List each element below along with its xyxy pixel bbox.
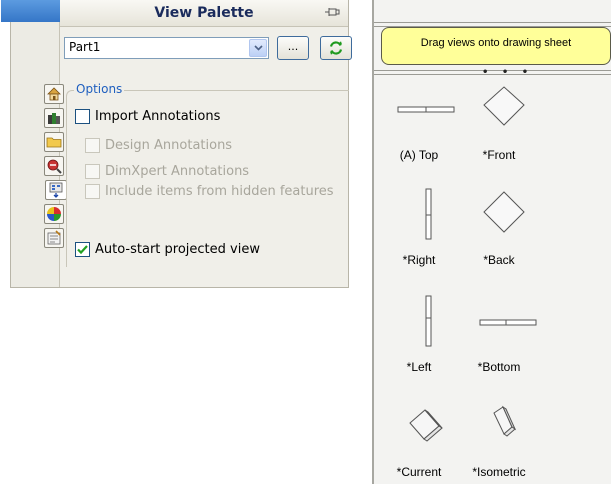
dimxpert-annotations-label: DimXpert Annotations: [105, 164, 250, 179]
panel-title: View Palette: [60, 0, 348, 27]
right-view-icon: [425, 188, 432, 240]
left-view-icon: [425, 295, 432, 347]
design-annotations-option: Design Annotations: [85, 138, 232, 153]
chevron-down-icon: [253, 45, 263, 51]
top-view-icon: [397, 106, 455, 113]
view-palette-icon: [49, 182, 63, 198]
view-label-bottom: *Bottom: [477, 360, 521, 374]
part-select-dropdown-button[interactable]: [249, 39, 267, 57]
dimxpert-annotations-option: DimXpert Annotations: [85, 164, 249, 179]
back-view-icon: [483, 191, 525, 233]
hidden-features-option: Include items from hidden features: [85, 184, 334, 199]
home-icon: [47, 87, 61, 101]
view-palette-panel: View Palette Part1 ... Options Import An…: [1, 0, 352, 288]
search-results-icon: [47, 159, 62, 174]
bottom-view-icon: [479, 319, 537, 326]
front-view-icon: [483, 86, 525, 126]
current-view-icon: [409, 409, 443, 442]
view-label-front: *Front: [482, 148, 516, 162]
appearances-icon: [47, 207, 61, 221]
isometric-view-icon: [493, 405, 517, 437]
view-item-top[interactable]: (A) Top: [374, 80, 464, 170]
view-label-current: *Current: [396, 465, 442, 479]
view-item-isometric[interactable]: *Isometric: [454, 397, 544, 487]
auto-start-option[interactable]: Auto-start projected view: [75, 242, 260, 257]
part-select[interactable]: Part1: [64, 37, 269, 59]
design-library-icon: [48, 113, 60, 124]
views-panel: Drag views onto drawing sheet • • • (A) …: [372, 0, 611, 484]
browse-button-label: ...: [287, 40, 299, 53]
hidden-features-checkbox: [85, 184, 100, 199]
view-label-top: (A) Top: [399, 148, 439, 162]
pin-icon[interactable]: [324, 5, 340, 19]
tab-design-library[interactable]: [44, 108, 64, 128]
checkmark-icon: [77, 245, 88, 255]
view-item-left[interactable]: *Left: [374, 292, 464, 382]
view-label-isometric: *Isometric: [472, 465, 526, 479]
tab-search[interactable]: [44, 156, 64, 176]
view-item-front[interactable]: *Front: [454, 80, 544, 170]
auto-start-label: Auto-start projected view: [95, 242, 260, 257]
splitter-grip-icon[interactable]: • • •: [482, 67, 533, 78]
task-pane-tabs: [11, 22, 67, 287]
view-label-left: *Left: [406, 360, 432, 374]
tab-home[interactable]: [44, 84, 64, 104]
panel-title-text: View Palette: [154, 5, 254, 21]
view-item-right[interactable]: *Right: [374, 185, 464, 275]
refresh-button[interactable]: [320, 36, 352, 60]
part-select-value: Part1: [69, 40, 101, 54]
drag-instructions-text: Drag views onto drawing sheet: [420, 37, 572, 49]
drag-instructions-banner: Drag views onto drawing sheet: [381, 27, 611, 65]
design-annotations-checkbox: [85, 138, 100, 153]
tab-view-palette[interactable]: [45, 180, 67, 200]
import-annotations-label: Import Annotations: [95, 109, 221, 124]
view-label-right: *Right: [402, 253, 436, 267]
view-item-bottom[interactable]: *Bottom: [454, 292, 544, 382]
window-strip: [1, 0, 61, 22]
tab-appearances[interactable]: [44, 204, 64, 224]
view-item-back[interactable]: *Back: [454, 185, 544, 275]
import-annotations-option[interactable]: Import Annotations: [75, 109, 220, 124]
browse-button[interactable]: ...: [277, 36, 309, 60]
import-annotations-checkbox[interactable]: [75, 109, 90, 124]
hidden-features-label: Include items from hidden features: [105, 184, 334, 199]
design-annotations-label: Design Annotations: [105, 138, 233, 153]
options-legend: Options: [74, 82, 125, 96]
tab-custom-properties[interactable]: [44, 228, 64, 248]
refresh-icon: [329, 41, 343, 55]
auto-start-checkbox[interactable]: [75, 242, 90, 257]
dimxpert-annotations-checkbox: [85, 164, 100, 179]
view-label-back: *Back: [483, 253, 515, 267]
view-item-current[interactable]: *Current: [374, 397, 464, 487]
custom-properties-icon: [47, 230, 61, 245]
tab-file-explorer[interactable]: [44, 132, 64, 152]
folder-icon: [46, 137, 62, 148]
